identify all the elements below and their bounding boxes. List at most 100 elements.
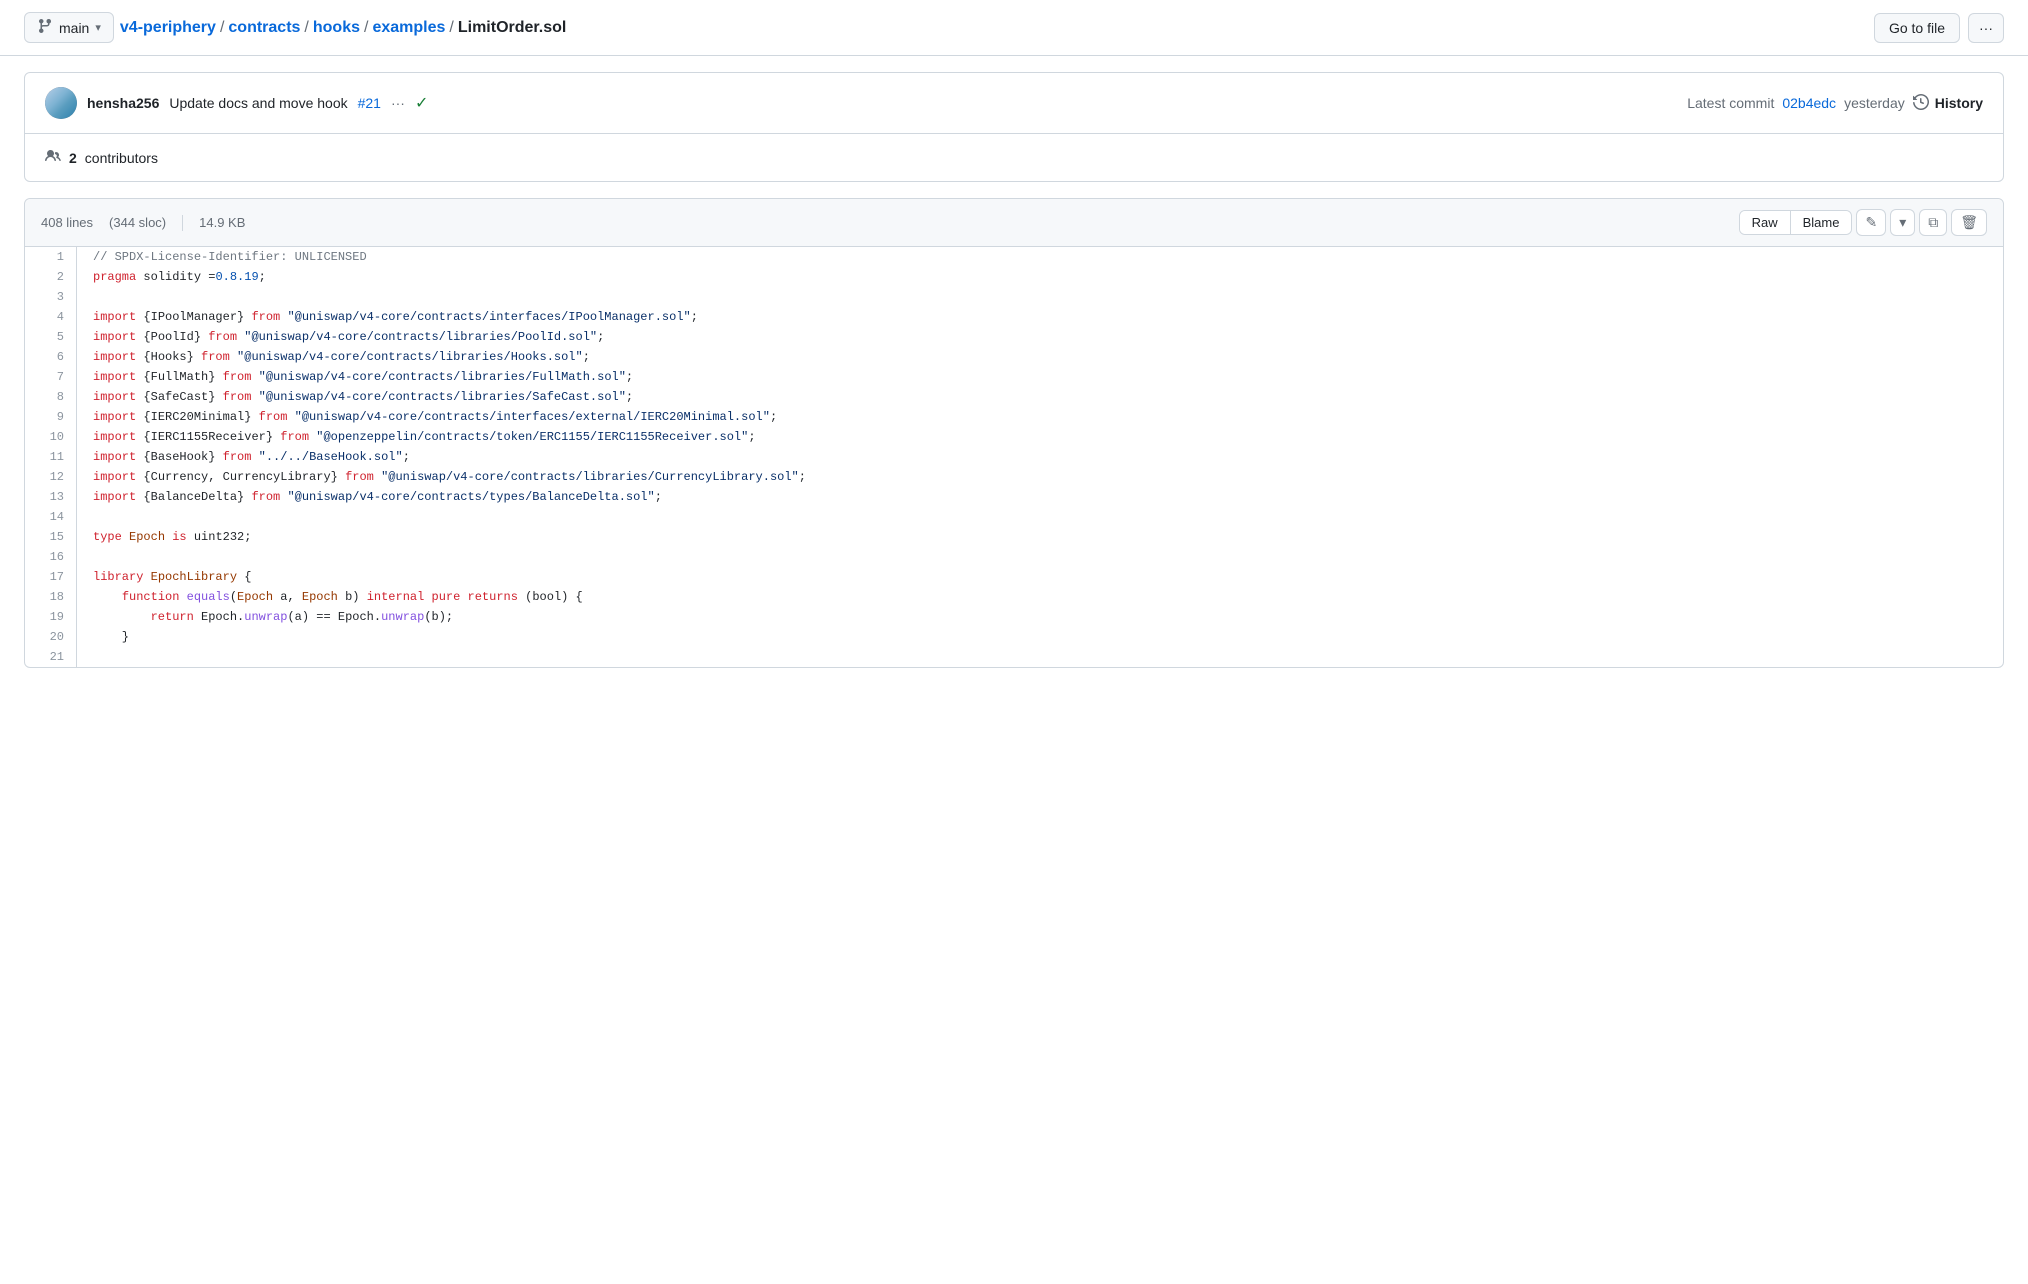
file-sloc: (344 sloc) bbox=[109, 215, 166, 230]
line-number[interactable]: 14 bbox=[25, 507, 77, 527]
line-content bbox=[77, 547, 2003, 567]
edit-dropdown-button[interactable]: ▾ bbox=[1890, 209, 1915, 236]
breadcrumb-sep-1: / bbox=[220, 19, 224, 37]
line-content: library EpochLibrary { bbox=[77, 567, 2003, 587]
table-row: 2pragma solidity =0.8.19; bbox=[25, 267, 2003, 287]
breadcrumb-hooks[interactable]: hooks bbox=[313, 19, 360, 37]
breadcrumb-repo[interactable]: v4-periphery bbox=[120, 19, 216, 37]
commit-right: Latest commit 02b4edc yesterday History bbox=[1687, 94, 1983, 113]
line-number[interactable]: 7 bbox=[25, 367, 77, 387]
line-number[interactable]: 9 bbox=[25, 407, 77, 427]
breadcrumb-sep-3: / bbox=[364, 19, 368, 37]
line-content: // SPDX-License-Identifier: UNLICENSED bbox=[77, 247, 2003, 267]
table-row: 6import {Hooks} from "@uniswap/v4-core/c… bbox=[25, 347, 2003, 367]
goto-file-button[interactable]: Go to file bbox=[1874, 13, 1960, 43]
line-number[interactable]: 21 bbox=[25, 647, 77, 667]
breadcrumb: v4-periphery / contracts / hooks / examp… bbox=[120, 19, 566, 37]
branch-selector[interactable]: main ▾ bbox=[24, 12, 114, 43]
table-row: 13import {BalanceDelta} from "@uniswap/v… bbox=[25, 487, 2003, 507]
line-number[interactable]: 6 bbox=[25, 347, 77, 367]
line-number[interactable]: 3 bbox=[25, 287, 77, 307]
line-number[interactable]: 17 bbox=[25, 567, 77, 587]
line-content: import {IPoolManager} from "@uniswap/v4-… bbox=[77, 307, 2003, 327]
branch-icon bbox=[37, 18, 53, 37]
commit-hash[interactable]: 02b4edc bbox=[1782, 95, 1836, 111]
delete-button[interactable]: 🗑 bbox=[1951, 209, 1987, 236]
line-content bbox=[77, 507, 2003, 527]
line-content bbox=[77, 287, 2003, 307]
table-row: 20 } bbox=[25, 627, 2003, 647]
history-label: History bbox=[1935, 95, 1983, 111]
line-number[interactable]: 20 bbox=[25, 627, 77, 647]
line-content: return Epoch.unwrap(a) == Epoch.unwrap(b… bbox=[77, 607, 2003, 627]
table-row: 12import {Currency, CurrencyLibrary} fro… bbox=[25, 467, 2003, 487]
line-content: import {BaseHook} from "../../BaseHook.s… bbox=[77, 447, 2003, 467]
table-row: 19 return Epoch.unwrap(a) == Epoch.unwra… bbox=[25, 607, 2003, 627]
commit-card: hensha256 Update docs and move hook #21 … bbox=[24, 72, 2004, 182]
line-number[interactable]: 1 bbox=[25, 247, 77, 267]
contributors-count: 2 bbox=[69, 150, 77, 166]
line-content: pragma solidity =0.8.19; bbox=[77, 267, 2003, 287]
table-row: 7import {FullMath} from "@uniswap/v4-cor… bbox=[25, 367, 2003, 387]
line-number[interactable]: 16 bbox=[25, 547, 77, 567]
line-number[interactable]: 12 bbox=[25, 467, 77, 487]
breadcrumb-area: main ▾ v4-periphery / contracts / hooks … bbox=[24, 12, 566, 43]
line-number[interactable]: 13 bbox=[25, 487, 77, 507]
file-meta-divider bbox=[182, 215, 183, 231]
line-content: import {BalanceDelta} from "@uniswap/v4-… bbox=[77, 487, 2003, 507]
line-number[interactable]: 2 bbox=[25, 267, 77, 287]
commit-author[interactable]: hensha256 bbox=[87, 95, 159, 111]
table-row: 16 bbox=[25, 547, 2003, 567]
line-content: import {IERC20Minimal} from "@uniswap/v4… bbox=[77, 407, 2003, 427]
top-bar: main ▾ v4-periphery / contracts / hooks … bbox=[0, 0, 2028, 56]
commit-header: hensha256 Update docs and move hook #21 … bbox=[25, 73, 2003, 134]
line-number[interactable]: 4 bbox=[25, 307, 77, 327]
line-number[interactable]: 10 bbox=[25, 427, 77, 447]
table-row: 14 bbox=[25, 507, 2003, 527]
table-row: 15type Epoch is uint232; bbox=[25, 527, 2003, 547]
commit-ellipsis[interactable]: ··· bbox=[391, 95, 405, 111]
table-row: 18 function equals(Epoch a, Epoch b) int… bbox=[25, 587, 2003, 607]
avatar bbox=[45, 87, 77, 119]
table-row: 9import {IERC20Minimal} from "@uniswap/v… bbox=[25, 407, 2003, 427]
breadcrumb-sep-4: / bbox=[449, 19, 453, 37]
table-row: 1// SPDX-License-Identifier: UNLICENSED bbox=[25, 247, 2003, 267]
line-number[interactable]: 15 bbox=[25, 527, 77, 547]
line-number[interactable]: 18 bbox=[25, 587, 77, 607]
branch-name: main bbox=[59, 20, 89, 36]
line-content: import {SafeCast} from "@uniswap/v4-core… bbox=[77, 387, 2003, 407]
contributors-label: contributors bbox=[85, 150, 158, 166]
more-options-button[interactable]: ··· bbox=[1968, 13, 2004, 43]
table-row: 10import {IERC1155Receiver} from "@openz… bbox=[25, 427, 2003, 447]
line-number[interactable]: 5 bbox=[25, 327, 77, 347]
table-row: 21 bbox=[25, 647, 2003, 667]
file-viewer: 408 lines (344 sloc) 14.9 KB Raw Blame ✎… bbox=[24, 198, 2004, 668]
breadcrumb-sep-2: / bbox=[304, 19, 308, 37]
copy-button[interactable]: ⧉ bbox=[1919, 209, 1947, 236]
history-button[interactable]: History bbox=[1913, 94, 1983, 113]
raw-button[interactable]: Raw bbox=[1740, 211, 1791, 234]
raw-blame-group: Raw Blame bbox=[1739, 210, 1853, 235]
table-row: 4import {IPoolManager} from "@uniswap/v4… bbox=[25, 307, 2003, 327]
breadcrumb-contracts[interactable]: contracts bbox=[228, 19, 300, 37]
latest-commit-label: Latest commit bbox=[1687, 95, 1774, 111]
line-number[interactable]: 19 bbox=[25, 607, 77, 627]
blame-button[interactable]: Blame bbox=[1791, 211, 1852, 234]
line-number[interactable]: 8 bbox=[25, 387, 77, 407]
breadcrumb-examples[interactable]: examples bbox=[372, 19, 445, 37]
contributors-icon bbox=[45, 148, 61, 167]
line-number[interactable]: 11 bbox=[25, 447, 77, 467]
chevron-down-icon: ▾ bbox=[95, 21, 101, 34]
file-size: 14.9 KB bbox=[199, 215, 245, 230]
line-content: import {Currency, CurrencyLibrary} from … bbox=[77, 467, 2003, 487]
file-actions: Raw Blame ✎ ▾ ⧉ 🗑 bbox=[1739, 209, 1987, 236]
file-meta: 408 lines (344 sloc) 14.9 KB bbox=[41, 215, 245, 231]
line-content bbox=[77, 647, 2003, 667]
edit-button[interactable]: ✎ bbox=[1856, 209, 1886, 236]
history-icon bbox=[1913, 94, 1929, 113]
table-row: 5import {PoolId} from "@uniswap/v4-core/… bbox=[25, 327, 2003, 347]
line-content: import {FullMath} from "@uniswap/v4-core… bbox=[77, 367, 2003, 387]
table-row: 17library EpochLibrary { bbox=[25, 567, 2003, 587]
contributors-row: 2 contributors bbox=[25, 134, 2003, 181]
commit-pr-link[interactable]: #21 bbox=[358, 95, 381, 111]
